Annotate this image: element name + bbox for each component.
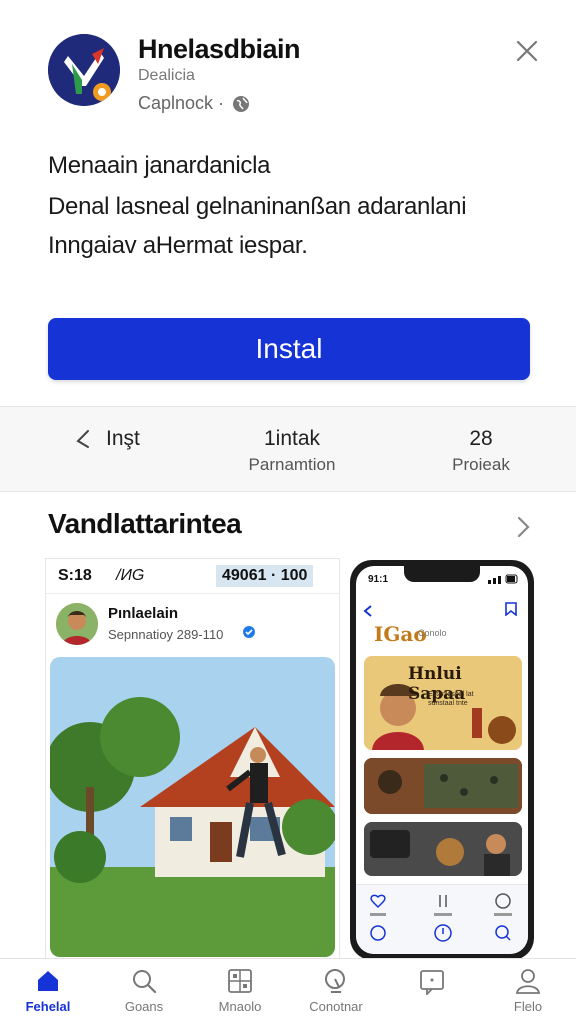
phone-screen: 91:1 IGao Conolo Hnlui Sapaa Estanlaseal… xyxy=(356,566,528,954)
back-icon xyxy=(363,605,372,617)
screenshot-status-bar: S:18 /ИG 49061 · 100 xyxy=(46,559,339,594)
category-label: Caplnock · xyxy=(138,93,225,113)
screenshot-1[interactable]: S:18 /ИG 49061 · 100 Pınlaelain Sepnnati… xyxy=(45,558,340,962)
description-line-1: Menaain janardanicla xyxy=(48,152,271,179)
stat-installs-value: Inşt xyxy=(106,427,140,450)
post-author: Pınlaelain xyxy=(108,605,179,622)
screenshot-2[interactable]: 91:1 IGao Conolo Hnlui Sapaa Estanlaseal… xyxy=(350,560,534,960)
tab-search[interactable]: Goans xyxy=(96,959,192,1025)
photo-card-2 xyxy=(364,758,522,814)
grid-icon xyxy=(228,969,252,993)
photo-card-3-image xyxy=(364,822,522,876)
stat-age-label: Proieak xyxy=(452,455,510,474)
app-category: Caplnock · xyxy=(138,93,250,114)
status-right: 49061 · 100 xyxy=(216,565,314,587)
phone-notch xyxy=(404,566,480,582)
stat-age-value: 28 xyxy=(469,427,493,450)
search-alt-icon xyxy=(325,969,345,993)
message-icon xyxy=(420,970,444,995)
tab-messages[interactable] xyxy=(384,959,480,1025)
feature-card-text: Estanlaseal lat sunstaal tnte xyxy=(428,691,474,707)
home-icon xyxy=(38,971,58,991)
tab-content[interactable]: Conotnar xyxy=(288,959,384,1025)
app-icon xyxy=(48,34,120,106)
status-time: S:18 xyxy=(58,567,92,584)
stat-age: 28 Proieak xyxy=(446,427,516,475)
tab-content-label: Conotnar xyxy=(309,999,363,1014)
search-icon xyxy=(133,970,157,994)
tab-search-label: Goans xyxy=(124,999,164,1014)
signal-icon xyxy=(488,574,518,584)
bottom-tab-bar: Fehelal Goans Mnaolo Conotnar Flelo xyxy=(0,958,576,1025)
stat-rating-label: Parnamtion xyxy=(248,455,336,474)
profile-icon xyxy=(515,969,541,994)
bookmark-icon xyxy=(505,602,517,616)
status-mid: /ИG xyxy=(116,567,145,584)
post-meta: Sepnnatioy 289-110 xyxy=(108,627,224,642)
phone-status-time: 91:1 xyxy=(368,574,389,585)
verified-icon xyxy=(243,626,255,638)
stat-installs: Inşt xyxy=(74,427,140,451)
description-line-2: Denal lasneal gelnaninanßan adaranlani xyxy=(48,193,467,220)
phone-header-text: Conolo xyxy=(418,628,447,638)
close-icon[interactable] xyxy=(512,36,542,66)
globe-icon xyxy=(233,95,250,112)
stat-rating: 1intak Parnamtion xyxy=(240,427,344,475)
arrow-icon xyxy=(76,430,89,448)
developer-name[interactable]: Dealicia xyxy=(138,67,195,85)
tab-grid[interactable]: Mnaolo xyxy=(192,959,288,1025)
tab-profile[interactable]: Flelo xyxy=(480,959,576,1025)
tab-home-label: Fehelal xyxy=(25,999,71,1014)
phone-bottom-grid xyxy=(356,884,528,954)
stat-rating-value: 1intak xyxy=(263,427,321,450)
chevron-right-icon[interactable] xyxy=(508,512,538,542)
phone-bottom-icons xyxy=(370,893,512,942)
tab-profile-label: Flelo xyxy=(513,999,543,1014)
post-avatar xyxy=(56,603,98,645)
feature-card: Hnlui Sapaa Estanlaseal lat sunstaal tnt… xyxy=(364,656,522,750)
description-line-3: Inngaiav aHermat iespar. xyxy=(48,232,308,259)
house-scene-image xyxy=(50,657,335,957)
tab-grid-label: Mnaolo xyxy=(218,999,262,1014)
photo-card-2-image xyxy=(364,758,522,814)
section-title: Vandlattarintea xyxy=(48,508,242,539)
app-logo xyxy=(48,34,120,106)
photo-card-3 xyxy=(364,822,522,876)
install-button[interactable]: Instal xyxy=(48,318,530,380)
stats-bar: Inşt 1intak Parnamtion 28 Proieak xyxy=(0,406,576,492)
person-icon xyxy=(56,603,98,645)
tab-home[interactable]: Fehelal xyxy=(0,959,96,1025)
post-photo xyxy=(50,657,335,957)
app-name: Hnelasdbiain xyxy=(138,34,301,64)
